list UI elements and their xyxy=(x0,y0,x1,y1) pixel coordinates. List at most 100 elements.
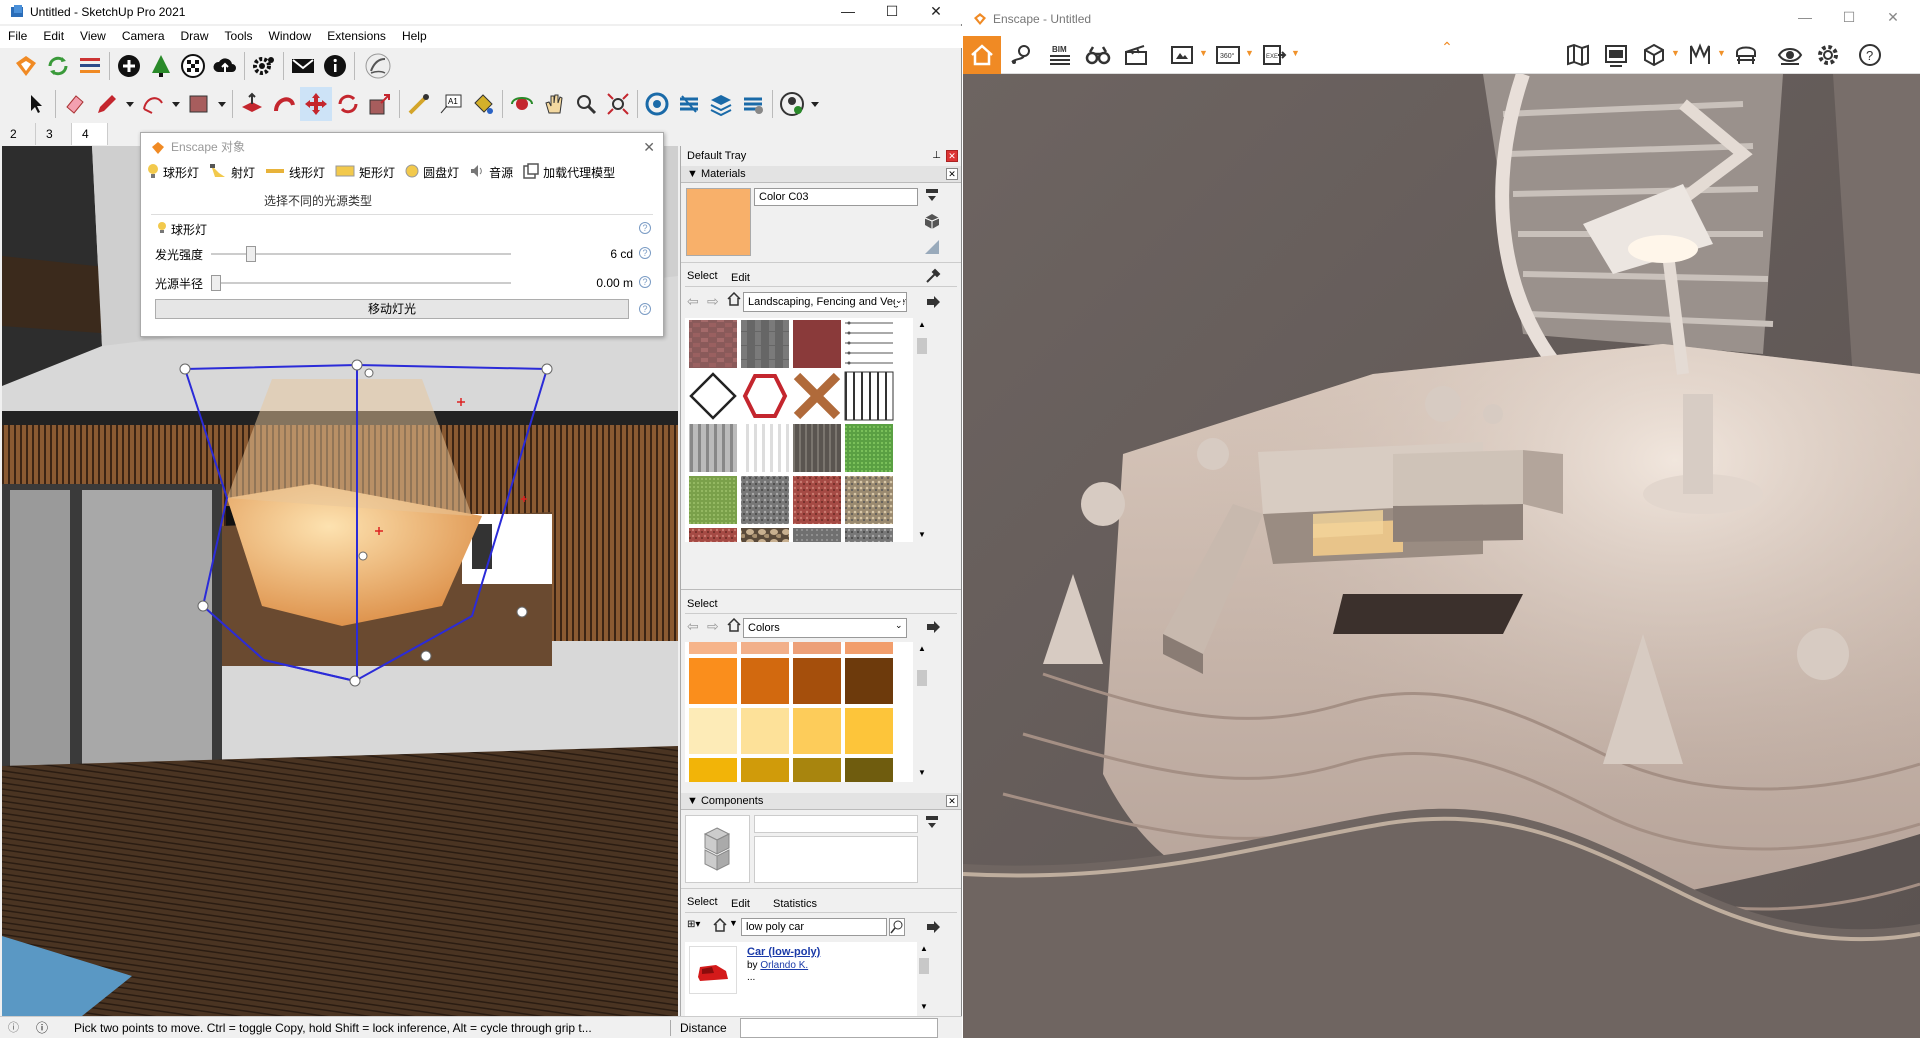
map-icon[interactable] xyxy=(1563,40,1593,70)
upload-icon[interactable] xyxy=(209,49,241,83)
follow-me-icon[interactable] xyxy=(268,87,300,121)
close-button[interactable]: ✕ xyxy=(914,0,958,24)
menu-window[interactable]: Window xyxy=(261,26,320,48)
scene-tab-3[interactable]: 3 xyxy=(36,123,72,145)
menu-edit[interactable]: Edit xyxy=(35,26,72,48)
help-icon[interactable]: ? xyxy=(1855,40,1885,70)
menu-file[interactable]: File xyxy=(0,26,35,48)
scroll-up-icon[interactable]: ▲ xyxy=(918,644,926,653)
components-tab-select[interactable]: Select xyxy=(687,896,718,908)
materials-tab-edit[interactable]: Edit xyxy=(731,272,750,284)
scroll-up-icon[interactable]: ▲ xyxy=(918,320,926,329)
color-swatch[interactable] xyxy=(793,708,841,754)
zoom-extents-icon[interactable] xyxy=(602,87,634,121)
home-icon[interactable] xyxy=(713,917,727,932)
pin-icon[interactable]: ⊥ xyxy=(932,148,941,164)
material-grid-scrollbar[interactable]: ▲ ▼ xyxy=(915,318,929,542)
projection-dropdown-icon[interactable]: ▼ xyxy=(1671,48,1680,58)
sphere-light-button[interactable]: 球形灯 xyxy=(147,163,199,182)
push-pull-icon[interactable] xyxy=(236,87,268,121)
menu-help[interactable]: Help xyxy=(394,26,435,48)
move-icon[interactable] xyxy=(300,87,332,121)
account-dropdown-icon[interactable] xyxy=(808,87,822,121)
line-pencil-icon[interactable] xyxy=(91,87,123,121)
menu-draw[interactable]: Draw xyxy=(173,26,217,48)
geo-location-icon[interactable]: ⓘ xyxy=(8,1017,19,1039)
text-label-icon[interactable]: A1 xyxy=(435,87,467,121)
rectangle-dropdown-icon[interactable] xyxy=(215,87,229,121)
details-arrow-icon[interactable] xyxy=(925,294,941,310)
create-material-icon[interactable] xyxy=(923,212,941,230)
color-swatch[interactable] xyxy=(793,658,841,704)
enscape-close-button[interactable]: ✕ xyxy=(1871,6,1915,30)
component-results-scrollbar[interactable]: ▲ ▼ xyxy=(917,942,931,1016)
enscape-render-view[interactable] xyxy=(963,74,1920,1038)
home-icon[interactable] xyxy=(963,36,1001,74)
help-icon[interactable]: ? xyxy=(639,276,651,288)
components-header[interactable]: ▼ Components ✕ xyxy=(681,793,961,810)
location-pin-icon[interactable] xyxy=(1007,40,1037,70)
forward-arrow-icon[interactable]: ⇨ xyxy=(707,618,719,635)
screenshot-icon[interactable] xyxy=(1167,40,1197,70)
live-update-icon[interactable] xyxy=(42,49,74,83)
maximize-button[interactable]: ☐ xyxy=(870,0,914,24)
sound-source-button[interactable]: 音源 xyxy=(469,163,513,182)
orbit-icon[interactable] xyxy=(506,87,538,121)
select-chevron-down-icon[interactable]: ⌄ xyxy=(895,295,903,306)
about-info-icon[interactable] xyxy=(319,49,351,83)
video-editor-clapper-icon[interactable] xyxy=(1121,40,1151,70)
details-arrow-icon[interactable] xyxy=(925,619,941,635)
help-icon[interactable]: ? xyxy=(639,222,651,234)
arc-icon[interactable] xyxy=(137,87,169,121)
back-arrow-icon[interactable]: ⇦ xyxy=(687,618,699,635)
materials-tab-select[interactable]: Select xyxy=(687,270,718,282)
scroll-thumb[interactable] xyxy=(919,958,929,974)
menu-view[interactable]: View xyxy=(72,26,114,48)
menu-extensions[interactable]: Extensions xyxy=(319,26,394,48)
scroll-up-icon[interactable]: ▲ xyxy=(920,944,928,953)
scale-icon[interactable] xyxy=(364,87,396,121)
component-name-field[interactable] xyxy=(754,815,918,833)
rect-light-button[interactable]: 矩形灯 xyxy=(335,163,395,182)
material-name-field[interactable]: Color C03 xyxy=(754,188,918,206)
line-light-button[interactable]: 线形灯 xyxy=(265,163,325,182)
component-search-input[interactable]: low poly car xyxy=(741,918,887,936)
color-swatch[interactable] xyxy=(689,708,737,754)
safe-frame-dropdown-icon[interactable]: ▼ xyxy=(1717,48,1726,58)
forward-arrow-icon[interactable]: ⇨ xyxy=(707,293,719,310)
load-proxy-button[interactable]: 加载代理模型 xyxy=(523,163,615,182)
color-swatch[interactable] xyxy=(741,658,789,704)
orthographic-cube-icon[interactable] xyxy=(1639,40,1669,70)
search-icon[interactable] xyxy=(889,918,905,936)
scroll-thumb[interactable] xyxy=(917,670,927,686)
bim-mode-icon[interactable]: BIM xyxy=(1045,40,1075,70)
rotate-icon[interactable] xyxy=(332,87,364,121)
general-settings-gear-icon[interactable] xyxy=(1813,40,1843,70)
scroll-down-icon[interactable]: ▼ xyxy=(918,530,926,539)
collapse-chevron-up-icon[interactable]: ⌃ xyxy=(1437,40,1457,54)
screenshot-dropdown-icon[interactable]: ▼ xyxy=(1199,48,1208,58)
safe-frame-icon[interactable] xyxy=(1685,40,1715,70)
feedback-mail-icon[interactable] xyxy=(287,49,319,83)
color-swatch[interactable] xyxy=(845,758,893,782)
intensity-value[interactable]: 6 cd xyxy=(610,247,633,261)
color-swatch[interactable] xyxy=(845,708,893,754)
scroll-thumb[interactable] xyxy=(917,338,927,354)
materials-close-icon[interactable]: ✕ xyxy=(946,168,958,180)
close-icon[interactable]: ✕ xyxy=(643,133,655,161)
zoom-icon[interactable] xyxy=(570,87,602,121)
sandbox-icon[interactable] xyxy=(358,49,398,83)
details-arrow-icon[interactable] xyxy=(925,919,941,935)
rectangle-icon[interactable] xyxy=(183,87,215,121)
disk-light-button[interactable]: 圆盘灯 xyxy=(405,163,459,182)
color-swatch[interactable] xyxy=(689,758,737,782)
back-arrow-icon[interactable]: ⇦ xyxy=(687,293,699,310)
visual-settings-eye-icon[interactable] xyxy=(1775,40,1805,70)
help-icon[interactable]: ? xyxy=(639,247,651,259)
tray-close-icon[interactable]: ✕ xyxy=(946,150,958,162)
warehouse-icon[interactable] xyxy=(641,87,673,121)
panorama-360-icon[interactable]: 360° xyxy=(1213,40,1243,70)
measurements-input[interactable] xyxy=(740,1018,938,1038)
panorama-dropdown-icon[interactable]: ▼ xyxy=(1245,48,1254,58)
pan-hand-icon[interactable] xyxy=(538,87,570,121)
